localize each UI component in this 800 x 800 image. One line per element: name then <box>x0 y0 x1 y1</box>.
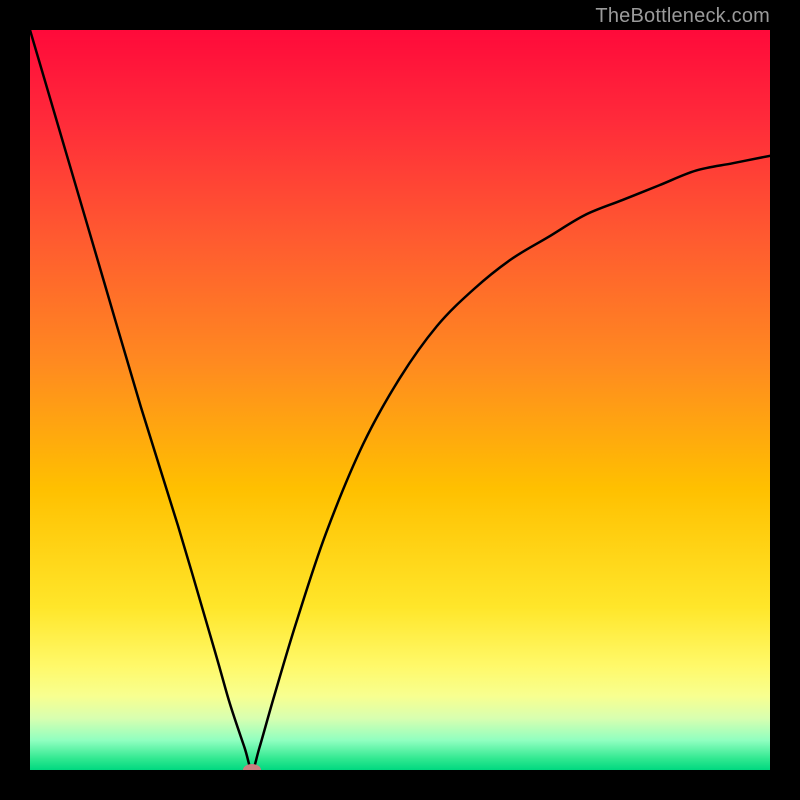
watermark-text: TheBottleneck.com <box>595 5 770 28</box>
bottleneck-curve <box>30 30 770 770</box>
plot-area <box>30 30 770 770</box>
minimum-marker <box>243 764 261 770</box>
chart-frame: TheBottleneck.com <box>0 0 800 800</box>
curve-layer <box>30 30 770 770</box>
